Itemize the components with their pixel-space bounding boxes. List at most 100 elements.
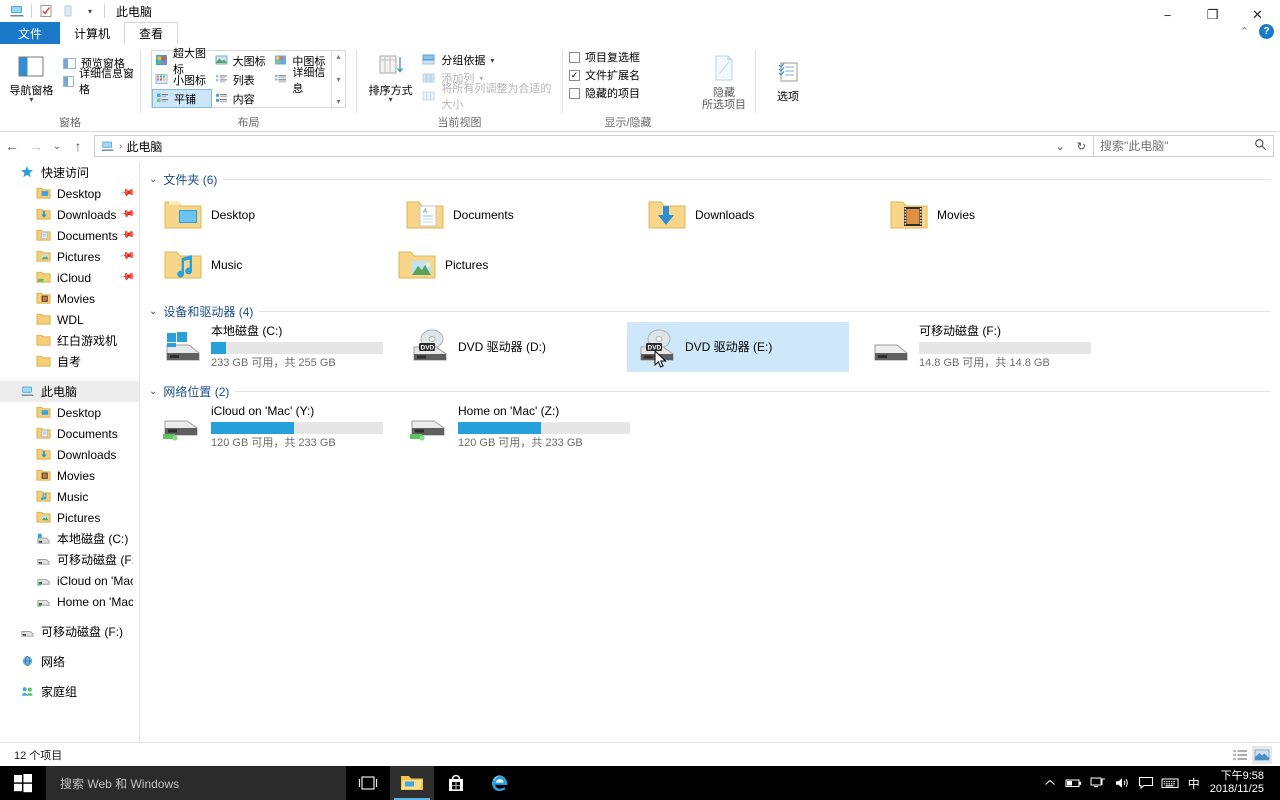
sort-by-caret[interactable]: ▾ xyxy=(389,96,393,104)
new-folder-icon[interactable] xyxy=(57,1,79,21)
pc-icon[interactable] xyxy=(6,1,28,21)
tile-pictures[interactable]: Pictures xyxy=(389,240,617,290)
group-header-devices[interactable]: ⌄ 设备和驱动器 (4) xyxy=(141,300,1280,322)
sidebar-section-homegroup[interactable]: 家庭组 xyxy=(0,681,139,702)
drive-tile-home-z[interactable]: Home on 'Mac' (Z:) 120 GB 可用，共 233 GB xyxy=(400,402,635,452)
sidebar-item-pc-downloads[interactable]: Downloads xyxy=(0,444,139,465)
search-icon[interactable] xyxy=(1254,138,1267,154)
sidebar-item-pc-local-disk-c[interactable]: 本地磁盘 (C:) xyxy=(0,528,139,549)
sidebar-section-this-pc[interactable]: 此电脑 xyxy=(0,381,139,402)
sidebar-item-qa-pictures[interactable]: Pictures 📌 xyxy=(0,246,139,267)
volume-icon[interactable] xyxy=(1110,766,1134,800)
forward-button[interactable]: → xyxy=(24,134,48,158)
properties-icon[interactable] xyxy=(35,1,57,21)
item-checkboxes-checkbox[interactable] xyxy=(569,51,580,63)
chevron-down-icon[interactable]: ⌄ xyxy=(149,174,157,185)
tile-downloads[interactable]: Downloads xyxy=(639,190,867,240)
pin-icon[interactable]: 📌 xyxy=(118,269,135,285)
sidebar-item-qa-wdl[interactable]: WDL xyxy=(0,309,139,330)
sidebar-item-qa-desktop[interactable]: Desktop 📌 xyxy=(0,183,139,204)
drive-tile-removable-f[interactable]: 可移动磁盘 (F:) 14.8 GB 可用，共 14.8 GB xyxy=(861,322,1096,372)
group-by-button[interactable]: 分组依据 ▾ xyxy=(422,51,556,69)
sort-by-button[interactable]: 排序方式 ▾ xyxy=(365,48,416,104)
sidebar-item-qa-downloads[interactable]: Downloads 📌 xyxy=(0,204,139,225)
group-header-network[interactable]: ⌄ 网络位置 (2) xyxy=(141,380,1280,402)
drive-tile-dvd-d[interactable]: DVD DVD 驱动器 (D:) xyxy=(400,322,615,372)
address-input[interactable]: › 此电脑 ⌄ ↻ xyxy=(94,135,1094,157)
hidden-items-toggle[interactable]: 隐藏的项目 xyxy=(569,84,640,102)
taskbar-clock[interactable]: 下午9:58 2018/11/25 xyxy=(1206,770,1272,796)
chevron-down-icon[interactable]: ⌄ xyxy=(149,306,157,317)
task-view-icon[interactable] xyxy=(346,766,390,800)
taskbar-search-box[interactable]: 搜索 Web 和 Windows xyxy=(46,766,346,800)
layout-details[interactable]: 详细信息 xyxy=(271,67,331,95)
breadcrumb[interactable]: › 此电脑 xyxy=(100,138,162,155)
layout-tiles[interactable]: 平铺 xyxy=(152,89,212,108)
customize-qat-caret[interactable]: ▾ xyxy=(79,1,101,21)
tile-music[interactable]: Music xyxy=(155,240,375,290)
layout-small-icons[interactable]: 小图标 xyxy=(152,70,212,89)
ime-icon[interactable]: 中 xyxy=(1182,766,1206,800)
file-list-view[interactable]: ⌄ 文件夹 (6) Desktop A Documents Downloads … xyxy=(141,162,1280,742)
battery-icon[interactable] xyxy=(1062,766,1086,800)
sidebar-section-removable-disk[interactable]: 可移动磁盘 (F:) xyxy=(0,621,139,642)
help-icon[interactable]: ? xyxy=(1259,24,1274,39)
file-extensions-toggle[interactable]: ✓ 文件扩展名 xyxy=(569,66,640,84)
back-button[interactable]: ← xyxy=(0,134,24,158)
sidebar-item-qa-documents[interactable]: Documents 📌 xyxy=(0,225,139,246)
sidebar-item-qa-icloud[interactable]: iCloud 📌 xyxy=(0,267,139,288)
sidebar-item-pc-movies[interactable]: Movies xyxy=(0,465,139,486)
drive-tile-icloud-y[interactable]: iCloud on 'Mac' (Y:) 120 GB 可用，共 233 GB xyxy=(153,402,388,452)
size-all-columns-button[interactable]: 将所有列调整为合适的大小 xyxy=(422,83,556,111)
layout-gallery[interactable]: 超大图标 大图标 中图标 小图标 列表 详细信息 平铺 内容 ▴ ▾ ▾ xyxy=(151,48,346,108)
layout-gallery-scrollbar[interactable]: ▴ ▾ ▾ xyxy=(331,51,345,107)
up-button[interactable]: ↑ xyxy=(66,134,90,158)
layout-list[interactable]: 列表 xyxy=(212,70,272,89)
options-button[interactable]: 选项 xyxy=(762,54,814,103)
sidebar-section-network[interactable]: 网络 xyxy=(0,651,139,672)
tab-computer[interactable]: 计算机 xyxy=(60,22,125,44)
sidebar-item-qa-selfstudy[interactable]: 自考 xyxy=(0,351,139,372)
collapse-ribbon-icon[interactable]: ⌃ xyxy=(1240,25,1249,38)
search-box[interactable] xyxy=(1094,135,1274,157)
refresh-icon[interactable]: ↻ xyxy=(1072,140,1091,153)
sidebar-item-qa-movies[interactable]: Movies xyxy=(0,288,139,309)
tile-movies[interactable]: Movies xyxy=(881,190,1109,240)
tile-desktop[interactable]: Desktop xyxy=(155,190,383,240)
tile-documents[interactable]: A Documents xyxy=(397,190,625,240)
sidebar-section-quick-access[interactable]: 快速访问 xyxy=(0,162,139,183)
keyboard-icon[interactable] xyxy=(1158,766,1182,800)
drive-tile-dvd-e[interactable]: DVD DVD 驱动器 (E:) xyxy=(627,322,849,372)
navigation-pane[interactable]: 快速访问 Desktop 📌 Downloads 📌 Documents 📌 P… xyxy=(0,162,140,742)
sidebar-item-qa-famicom[interactable]: 红白游戏机 xyxy=(0,330,139,351)
pin-icon[interactable]: 📌 xyxy=(118,227,135,243)
search-input[interactable] xyxy=(1100,139,1254,153)
gallery-expand-icon[interactable]: ▾ xyxy=(336,97,340,106)
address-dropdown-icon[interactable]: ⌄ xyxy=(1051,140,1070,153)
hidden-items-checkbox[interactable] xyxy=(569,87,580,99)
layout-extra-large-icons[interactable]: 超大图标 xyxy=(152,48,212,76)
gallery-scroll-up-icon[interactable]: ▴ xyxy=(336,52,340,61)
navigation-pane-caret[interactable]: ▾ xyxy=(29,96,33,104)
sidebar-item-pc-icloud-y[interactable]: iCloud on 'Mac' (Y: xyxy=(0,570,139,591)
details-view-icon[interactable] xyxy=(1230,746,1250,764)
item-checkboxes-toggle[interactable]: 项目复选框 xyxy=(569,48,640,66)
details-pane-toggle[interactable]: 详细信息窗格 xyxy=(62,68,134,96)
pin-icon[interactable]: 📌 xyxy=(118,206,135,222)
group-header-folders[interactable]: ⌄ 文件夹 (6) xyxy=(141,168,1280,190)
sidebar-item-pc-pictures[interactable]: Pictures xyxy=(0,507,139,528)
file-explorer-icon[interactable] xyxy=(390,766,434,800)
file-extensions-checkbox[interactable]: ✓ xyxy=(569,69,580,81)
drive-tile-local-disk-c[interactable]: 本地磁盘 (C:) 233 GB 可用，共 255 GB xyxy=(153,322,388,372)
gallery-scroll-down-icon[interactable]: ▾ xyxy=(336,75,340,84)
sidebar-item-pc-documents[interactable]: Documents xyxy=(0,423,139,444)
recent-locations-button[interactable]: ⌄ xyxy=(48,134,66,158)
breadcrumb-item-this-pc[interactable]: 此电脑 xyxy=(126,138,162,155)
navigation-pane-button[interactable]: 导航窗格 ▾ xyxy=(6,48,57,104)
sidebar-item-pc-removable-f[interactable]: 可移动磁盘 (F:) xyxy=(0,549,139,570)
large-icons-view-icon[interactable] xyxy=(1252,745,1272,764)
pin-icon[interactable]: 📌 xyxy=(118,185,135,201)
layout-large-icons[interactable]: 大图标 xyxy=(212,51,272,70)
sidebar-item-pc-music[interactable]: Music xyxy=(0,486,139,507)
action-center-icon[interactable] xyxy=(1134,766,1158,800)
